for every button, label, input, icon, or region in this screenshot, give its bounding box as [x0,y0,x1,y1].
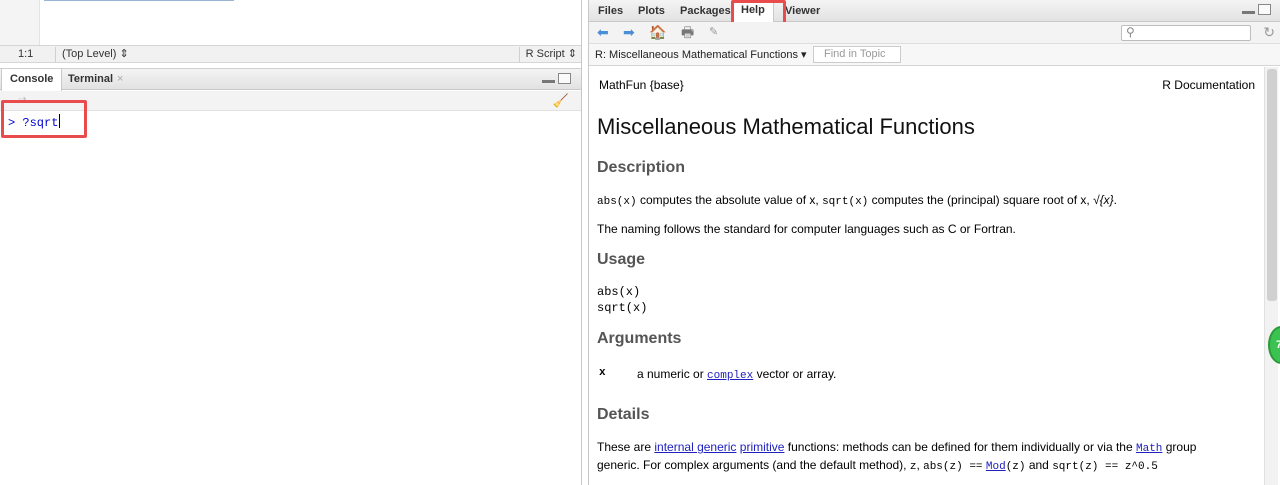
link-complex[interactable]: complex [707,370,753,382]
link-math[interactable]: Math [1136,443,1162,455]
highlight-box-console [1,100,87,138]
topic-dropdown[interactable]: R: Miscellaneous Mathematical Functions … [595,48,807,61]
cursor-position: 1:1 [18,48,34,60]
link-primitive[interactable]: primitive [740,440,785,454]
tab-packages[interactable]: Packages [672,1,739,22]
refresh-icon[interactable]: ↻ [1263,24,1275,40]
usage-line-1: abs(x) [597,285,641,299]
help-nav-bar: R: Miscellaneous Mathematical Functions … [589,44,1280,66]
tab-plots[interactable]: Plots [630,1,673,22]
link-mod[interactable]: Mod [986,461,1006,473]
home-icon[interactable]: 🏠 [649,24,666,40]
maximize-icon[interactable] [1258,4,1271,15]
close-icon[interactable]: × [117,73,123,85]
console-window-controls [539,73,571,87]
help-toolbar: ⬅ ➡ 🏠 🖶 ✎ ⚲ ↻ [589,22,1280,44]
search-icon: ⚲ [1126,25,1135,39]
editor-gutter [0,0,40,45]
details-paragraph: These are internal generic primitive fun… [597,440,1197,473]
console-output[interactable]: > ?sqrt [0,111,581,485]
link-internal-generic[interactable]: internal generic [654,440,736,454]
minimize-icon[interactable] [542,73,555,83]
tab-console[interactable]: Console [1,69,63,91]
clear-console-broom-icon[interactable]: 🧹 [553,93,569,109]
scope-selector[interactable]: (Top Level) ⇕ [55,47,129,62]
editor-status-bar: 1:1 (Top Level) ⇕ R Script ⇕ [0,45,581,63]
help-search-input[interactable]: ⚲ [1121,25,1251,41]
description-paragraph-2: The naming follows the standard for comp… [597,222,1016,236]
right-window-controls [1239,4,1271,18]
rstudio-window: 1:1 (Top Level) ⇕ R Script ⇕ Console Ter… [0,0,1280,485]
details-heading: Details [597,406,650,423]
forward-arrow-icon[interactable]: ➡ [623,24,635,40]
left-pane: 1:1 (Top Level) ⇕ R Script ⇕ Console Ter… [0,0,582,485]
usage-line-2: sqrt(x) [597,301,648,315]
maximize-icon[interactable] [558,73,571,84]
console-tabbar: Console Terminal × [0,68,581,91]
help-document: MathFun {base} R Documentation Miscellan… [589,67,1263,485]
description-heading: Description [597,159,686,176]
popout-icon[interactable]: ✎ [709,24,718,40]
source-editor[interactable] [0,0,581,45]
arguments-heading: Arguments [597,330,682,347]
right-pane: Files Plots Packages Help Viewer ⬅ ➡ 🏠 🖶… [588,0,1280,485]
right-tabbar: Files Plots Packages Help Viewer [589,0,1280,22]
file-type-selector[interactable]: R Script ⇕ [518,47,577,62]
console-toolbar: ⇢ 🧹 [0,91,581,111]
description-paragraph-1: abs(x) computes the absolute value of x,… [597,193,1118,208]
doc-scrollbar[interactable] [1264,67,1278,485]
find-in-topic-input[interactable]: Find in Topic [813,46,901,63]
doc-header-right: R Documentation [1162,78,1255,92]
argument-name: x [599,367,606,379]
usage-heading: Usage [597,251,646,268]
tab-files[interactable]: Files [590,1,631,22]
back-arrow-icon[interactable]: ⬅ [597,24,609,40]
minimize-icon[interactable] [1242,4,1255,14]
scrollbar-thumb[interactable] [1267,69,1277,301]
argument-description: a numeric or complex vector or array. [637,367,837,382]
tab-terminal[interactable]: Terminal × [60,69,131,90]
editor-selection [44,0,234,1]
print-icon[interactable]: 🖶 [681,24,694,40]
doc-title: Miscellaneous Mathematical Functions [597,114,975,139]
doc-header-left: MathFun {base} [599,78,684,92]
